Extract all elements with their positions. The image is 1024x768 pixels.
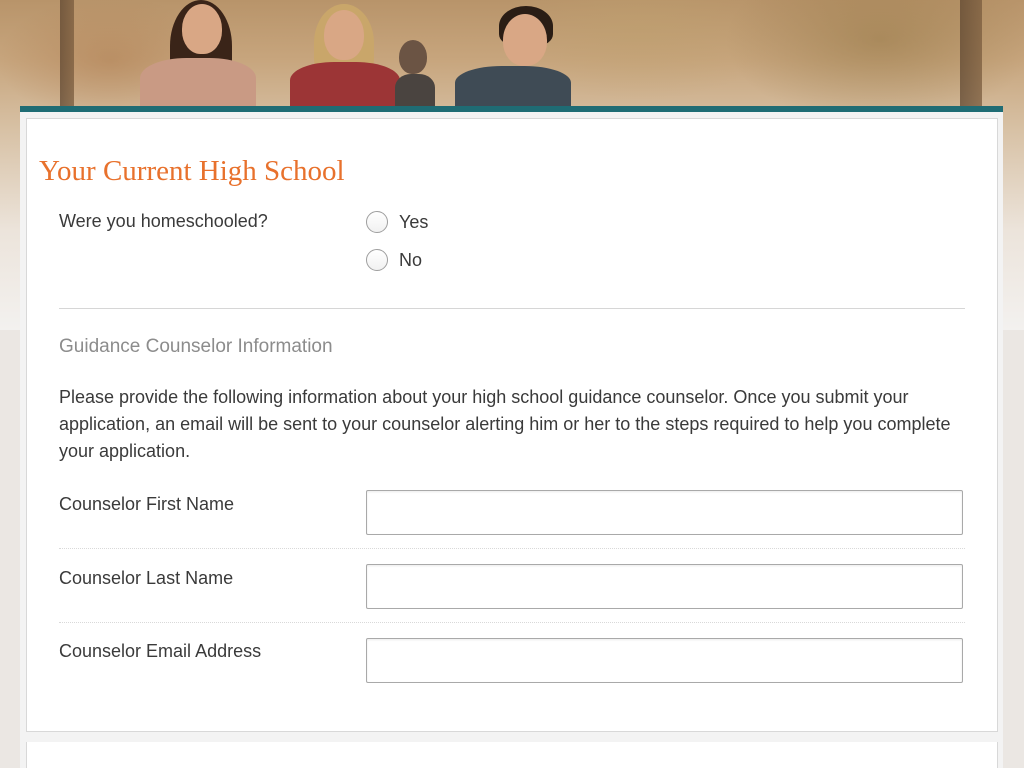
- radio-label-no[interactable]: No: [399, 250, 422, 271]
- counselor-email-label: Counselor Email Address: [59, 641, 262, 661]
- next-card: [20, 742, 1003, 768]
- homeschooled-question: Were you homeschooled?: [59, 211, 268, 231]
- counselor-last-name-label: Counselor Last Name: [59, 568, 234, 588]
- radio-button-yes[interactable]: [366, 211, 388, 233]
- radio-label-yes[interactable]: Yes: [399, 212, 428, 233]
- counselor-first-name-input[interactable]: [366, 490, 963, 535]
- row-divider: [59, 548, 965, 549]
- counselor-subheading: Guidance Counselor Information: [59, 336, 333, 357]
- tree-trunk: [60, 0, 74, 115]
- section-title: Your Current High School: [39, 155, 345, 187]
- counselor-email-input[interactable]: [366, 638, 963, 683]
- radio-option-yes[interactable]: Yes: [366, 211, 428, 233]
- radio-button-no[interactable]: [366, 249, 388, 271]
- counselor-first-name-label: Counselor First Name: [59, 494, 235, 514]
- counselor-last-name-input[interactable]: [366, 564, 963, 609]
- row-divider: [59, 622, 965, 623]
- section-divider: [59, 308, 965, 309]
- counselor-description: Please provide the following information…: [59, 387, 951, 461]
- radio-option-no[interactable]: No: [366, 249, 422, 271]
- tree-trunk: [960, 0, 982, 115]
